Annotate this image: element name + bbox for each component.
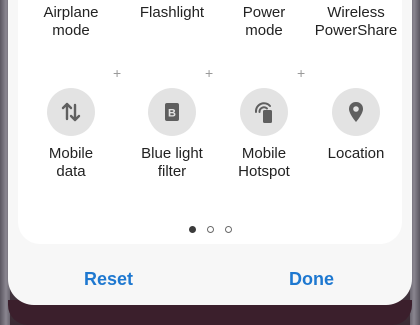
page-dot[interactable] <box>224 226 232 233</box>
blue-light-filter-letter: B <box>168 108 176 120</box>
page-indicator <box>18 226 402 233</box>
add-slot-plus-icon[interactable]: + <box>205 66 213 80</box>
hotspot-icon <box>240 88 288 136</box>
tile-location[interactable]: Location <box>301 88 411 163</box>
add-slot-plus-icon[interactable]: + <box>113 66 121 80</box>
tile-label-airplane-mode[interactable]: Airplane mode <box>16 4 126 40</box>
location-pin-icon <box>332 88 380 136</box>
page-dot[interactable] <box>206 226 214 233</box>
reset-button[interactable]: Reset <box>84 268 133 290</box>
page-dot-active[interactable] <box>188 226 196 233</box>
data-arrows-icon <box>47 88 95 136</box>
tile-label-location: Location <box>327 145 385 162</box>
blue-light-filter-icon: B <box>148 88 196 136</box>
tile-mobile-data[interactable]: Mobile data <box>16 88 126 181</box>
add-slot-plus-icon[interactable]: + <box>297 66 305 80</box>
quick-panel-edit-sheet: Airplane mode Flashlight Power mode Wire… <box>8 0 412 305</box>
tile-label-wireless-powershare[interactable]: Wireless PowerShare <box>301 4 411 40</box>
done-button[interactable]: Done <box>289 268 334 290</box>
tile-label-mobile-data: Mobile data <box>48 145 94 180</box>
available-buttons-card: Airplane mode Flashlight Power mode Wire… <box>18 0 402 244</box>
